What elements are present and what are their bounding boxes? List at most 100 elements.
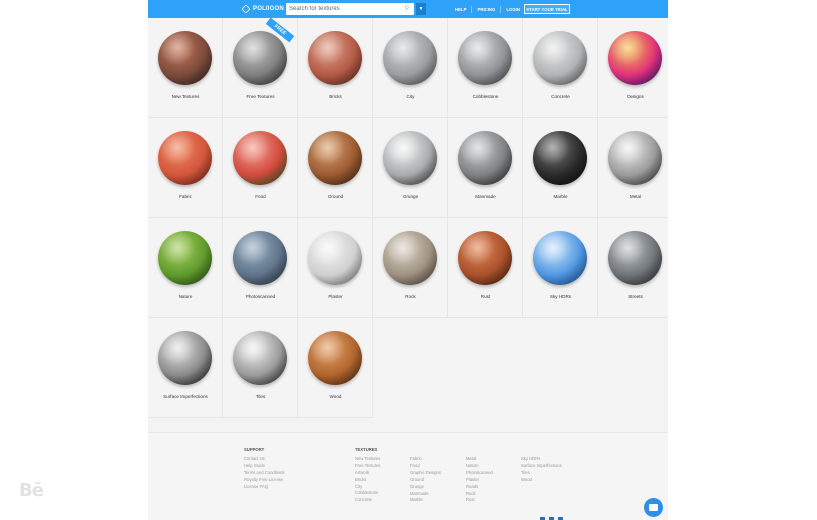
- footer-link[interactable]: Sky HDRs: [521, 456, 562, 463]
- chat-button[interactable]: [644, 498, 663, 517]
- texture-preview-sphere[interactable]: [608, 131, 662, 185]
- category-label[interactable]: Concrete: [523, 94, 598, 99]
- footer-link[interactable]: Grunge: [410, 484, 441, 491]
- texture-preview-sphere[interactable]: [308, 231, 362, 285]
- category-label[interactable]: Marble: [523, 194, 598, 199]
- category-label[interactable]: Tiles: [223, 394, 298, 399]
- search-dropdown-button[interactable]: ▼: [416, 3, 426, 15]
- footer-link[interactable]: Free Textures: [355, 463, 381, 470]
- texture-preview-sphere[interactable]: [383, 131, 437, 185]
- footer-link[interactable]: Ground: [410, 477, 441, 484]
- texture-preview-sphere[interactable]: [158, 31, 212, 85]
- texture-preview-sphere[interactable]: [233, 31, 287, 85]
- category-tile[interactable]: Surface Imperfections: [148, 318, 223, 418]
- category-label[interactable]: Wood: [298, 394, 373, 399]
- category-label[interactable]: Sky HDRs: [523, 294, 598, 299]
- poliigon-logo[interactable]: POLIIGON: [241, 4, 284, 14]
- texture-preview-sphere[interactable]: [308, 131, 362, 185]
- texture-preview-sphere[interactable]: [533, 231, 587, 285]
- category-tile[interactable]: FREE Free Textures: [223, 17, 298, 118]
- texture-preview-sphere[interactable]: [158, 131, 212, 185]
- category-tile[interactable]: Designs: [598, 18, 668, 118]
- texture-preview-sphere[interactable]: [233, 231, 287, 285]
- texture-preview-sphere[interactable]: [308, 331, 362, 385]
- search-input[interactable]: [289, 4, 399, 14]
- category-label[interactable]: Fabric: [148, 194, 223, 199]
- category-tile[interactable]: City: [373, 18, 448, 118]
- footer-link[interactable]: City: [355, 484, 381, 491]
- category-label[interactable]: Rock: [373, 294, 448, 299]
- texture-preview-sphere[interactable]: [458, 31, 512, 85]
- category-label[interactable]: Manmade: [448, 194, 523, 199]
- footer-link[interactable]: Rust: [466, 497, 493, 504]
- footer-link[interactable]: Food: [410, 463, 441, 470]
- category-tile[interactable]: Manmade: [448, 118, 523, 218]
- footer-link[interactable]: License FAQ: [244, 484, 285, 491]
- nav-login-link[interactable]: LOGIN: [501, 6, 525, 13]
- texture-preview-sphere[interactable]: [383, 231, 437, 285]
- category-tile[interactable]: Marble: [523, 118, 598, 218]
- texture-preview-sphere[interactable]: [458, 131, 512, 185]
- category-tile[interactable]: Sky HDRs: [523, 218, 598, 318]
- category-label[interactable]: Designs: [598, 94, 668, 99]
- texture-preview-sphere[interactable]: [308, 31, 362, 85]
- category-label[interactable]: Free Textures: [223, 94, 298, 99]
- start-trial-button[interactable]: START YOUR TRIAL: [524, 4, 570, 14]
- footer-link[interactable]: Photoscanned: [466, 470, 493, 477]
- footer-link[interactable]: Roads: [466, 484, 493, 491]
- category-tile[interactable]: Grunge: [373, 118, 448, 218]
- category-tile[interactable]: Tiles: [223, 318, 298, 418]
- footer-link[interactable]: Terms and Conditions: [244, 470, 285, 477]
- footer-link[interactable]: Marble: [410, 497, 441, 504]
- footer-link[interactable]: Fabric: [410, 456, 441, 463]
- footer-link[interactable]: Wood: [521, 477, 562, 484]
- texture-preview-sphere[interactable]: [533, 31, 587, 85]
- category-label[interactable]: Metal: [598, 194, 668, 199]
- texture-preview-sphere[interactable]: [533, 131, 587, 185]
- category-label[interactable]: Surface Imperfections: [148, 394, 223, 399]
- category-tile[interactable]: New Textures: [148, 18, 223, 118]
- category-tile[interactable]: Wood: [298, 318, 373, 418]
- footer-link[interactable]: Plaster: [466, 477, 493, 484]
- footer-link[interactable]: Rock: [466, 491, 493, 498]
- nav-pricing-link[interactable]: PRICING: [472, 5, 502, 13]
- category-label[interactable]: City: [373, 94, 448, 99]
- category-label[interactable]: Plaster: [298, 294, 373, 299]
- footer-link[interactable]: Graphic Designs: [410, 470, 441, 477]
- category-tile[interactable]: Cobblestone: [448, 18, 523, 118]
- texture-preview-sphere[interactable]: [458, 231, 512, 285]
- texture-preview-sphere[interactable]: [233, 131, 287, 185]
- footer-link[interactable]: Cobblestone: [355, 490, 381, 497]
- category-tile[interactable]: Rust: [448, 218, 523, 318]
- category-label[interactable]: Bricks: [298, 94, 373, 99]
- category-label[interactable]: Streets: [598, 294, 668, 299]
- footer-link[interactable]: Surface Imperfections: [521, 463, 562, 470]
- footer-link[interactable]: Metal: [466, 456, 493, 463]
- footer-link[interactable]: Concrete: [355, 497, 381, 504]
- category-tile[interactable]: Plaster: [298, 218, 373, 318]
- texture-preview-sphere[interactable]: [233, 331, 287, 385]
- footer-link[interactable]: Royalty Free License: [244, 477, 285, 484]
- category-tile[interactable]: Rock: [373, 218, 448, 318]
- category-tile[interactable]: Streets: [598, 218, 668, 318]
- category-tile[interactable]: Ground: [298, 118, 373, 218]
- footer-link[interactable]: Bricks: [355, 477, 381, 484]
- footer-link[interactable]: Manmade: [410, 491, 441, 498]
- footer-link[interactable]: Contact Us: [244, 456, 285, 463]
- category-label[interactable]: Food: [223, 194, 298, 199]
- category-tile[interactable]: Fabric: [148, 118, 223, 218]
- texture-preview-sphere[interactable]: [158, 331, 212, 385]
- texture-preview-sphere[interactable]: [158, 231, 212, 285]
- category-tile[interactable]: Metal: [598, 118, 668, 218]
- texture-preview-sphere[interactable]: [608, 31, 662, 85]
- category-tile[interactable]: Nature: [148, 218, 223, 318]
- category-label[interactable]: Cobblestone: [448, 94, 523, 99]
- category-tile[interactable]: Photoscanned: [223, 218, 298, 318]
- footer-link[interactable]: Nature: [466, 463, 493, 470]
- footer-link[interactable]: Help Guide: [244, 463, 285, 470]
- category-label[interactable]: Ground: [298, 194, 373, 199]
- texture-preview-sphere[interactable]: [383, 31, 437, 85]
- category-tile[interactable]: Food: [223, 118, 298, 218]
- footer-link[interactable]: New Textures: [355, 456, 381, 463]
- category-label[interactable]: Nature: [148, 294, 223, 299]
